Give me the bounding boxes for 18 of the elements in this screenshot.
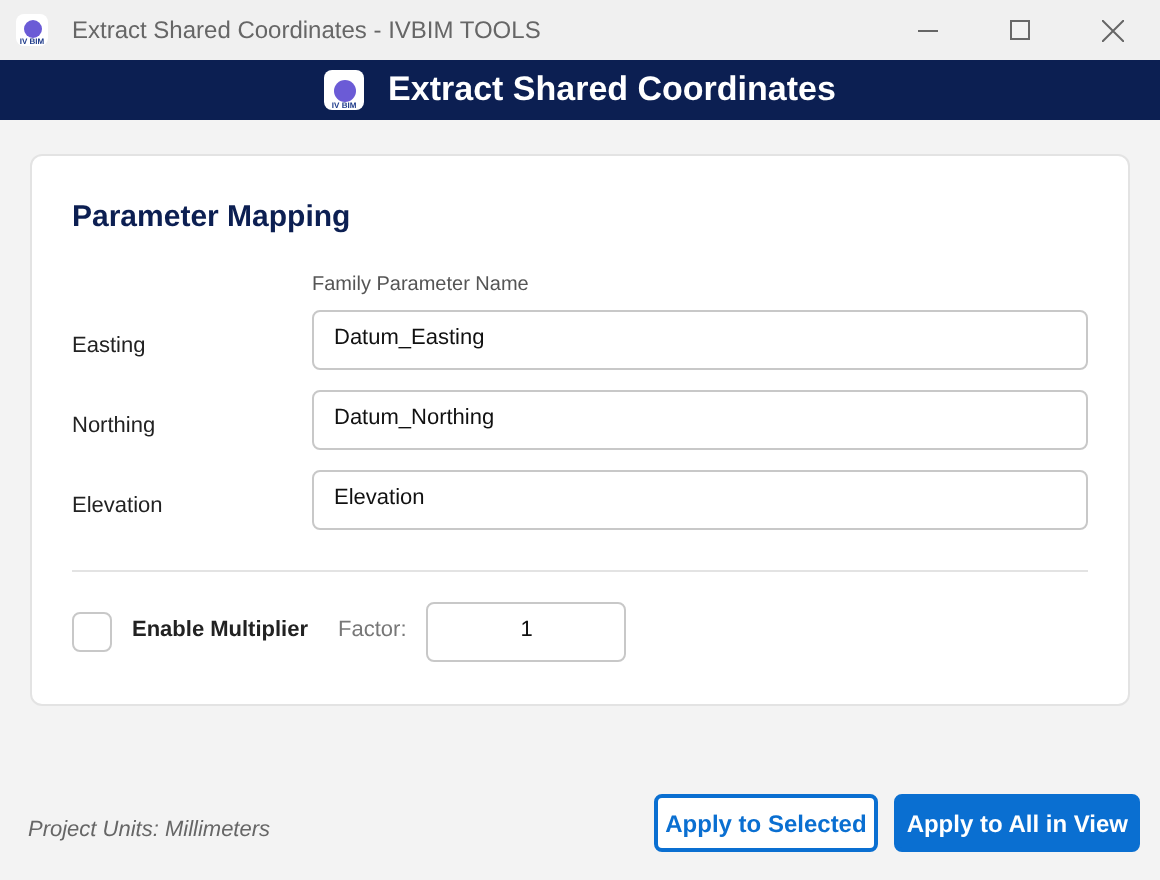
checkbox[interactable]	[72, 611, 112, 651]
field-label: Northing	[72, 412, 158, 443]
checkbox-label: Enable Multiplier	[132, 616, 309, 647]
apply-button[interactable]: Apply to All in View	[894, 794, 1140, 852]
apply-button[interactable]: Apply to Selected	[653, 794, 879, 852]
input-field[interactable]: Elevation	[312, 469, 1088, 529]
input-field[interactable]: Datum_Easting	[312, 309, 1088, 369]
column-heading: Family Parameter Name	[312, 271, 531, 299]
factor-field[interactable]: 1	[426, 601, 627, 661]
field-label: Easting	[72, 332, 148, 363]
project-units-text: Project Units: Millimeters	[28, 816, 271, 847]
header-title: Extract Shared Coordinates	[388, 68, 836, 113]
factor-label: Factor:	[338, 616, 407, 647]
card-title: Parameter Mapping	[72, 198, 353, 238]
input-field[interactable]: Datum_Northing	[312, 389, 1088, 449]
window-title: Extract Shared Coordinates - IVBIM TOOLS	[72, 14, 541, 48]
close-icon[interactable]	[1102, 19, 1124, 41]
field-label: Elevation	[72, 492, 165, 523]
